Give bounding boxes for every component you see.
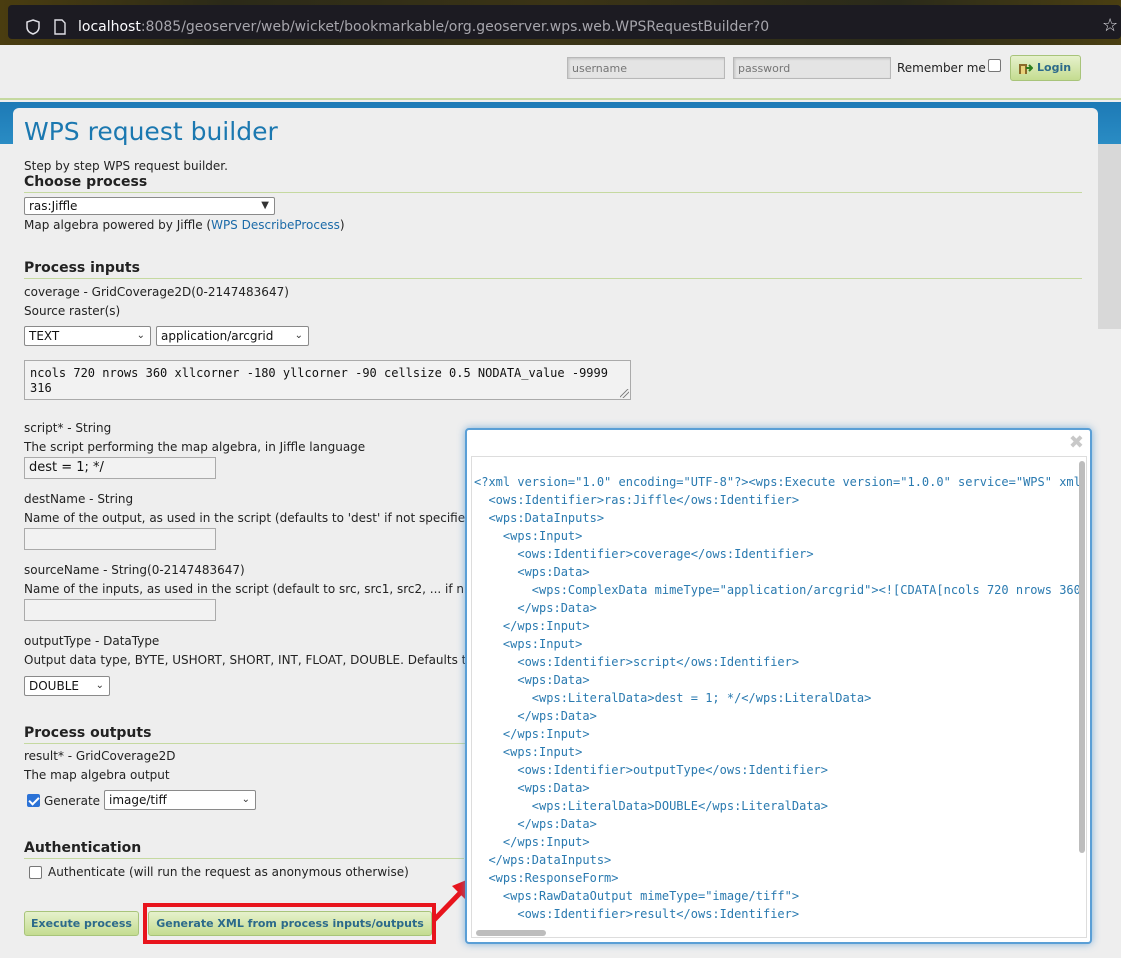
coverage-type-select[interactable]: TEXT ⌄ bbox=[24, 326, 151, 346]
remember-me-checkbox[interactable] bbox=[988, 59, 1001, 72]
shield-icon[interactable] bbox=[26, 19, 40, 35]
chevron-down-icon: ⌄ bbox=[95, 680, 104, 691]
chevron-down-icon: ⌄ bbox=[241, 794, 250, 805]
dropdown-arrow-icon: ▼ bbox=[261, 200, 269, 211]
xml-line: </wps:DataInputs> bbox=[474, 853, 612, 867]
outputtype-description: Output data type, BYTE, USHORT, SHORT, I… bbox=[24, 653, 467, 667]
side-strip bbox=[1098, 144, 1121, 329]
coverage-mime-select[interactable]: application/arcgrid ⌄ bbox=[156, 326, 309, 346]
xml-line: <wps:ResponseForm> bbox=[474, 871, 619, 885]
xml-line: <wps:RawDataOutput mimeType="image/tiff"… bbox=[474, 889, 800, 903]
xml-line: </wps:Data> bbox=[474, 601, 597, 615]
xml-line: </wps:Input> bbox=[474, 619, 590, 633]
xml-line: <wps:ComplexData mimeType="application/a… bbox=[474, 583, 1081, 597]
xml-line: <wps:Input> bbox=[474, 637, 583, 651]
address-bar[interactable]: localhost:8085/geoserver/web/wicket/book… bbox=[8, 5, 1121, 39]
password-input[interactable] bbox=[733, 57, 891, 79]
xml-popup: ✖ <?xml version="1.0" encoding="UTF-8"?>… bbox=[465, 428, 1092, 944]
username-input[interactable] bbox=[567, 57, 725, 79]
chevron-down-icon: ⌄ bbox=[136, 330, 145, 341]
close-icon[interactable]: ✖ bbox=[1069, 434, 1084, 452]
script-description: The script performing the map algebra, i… bbox=[24, 440, 366, 454]
outputtype-select[interactable]: DOUBLE ⌄ bbox=[24, 676, 110, 696]
result-label: result* - GridCoverage2D bbox=[24, 749, 176, 763]
login-label: Login bbox=[1037, 61, 1072, 74]
xml-line: <wps:Input> bbox=[474, 529, 583, 543]
sourcename-description: Name of the inputs, as used in the scrip… bbox=[24, 582, 464, 596]
destname-label: destName - String bbox=[24, 492, 134, 506]
xml-line: <wps:Data> bbox=[474, 565, 590, 579]
section-divider bbox=[24, 192, 1082, 193]
generate-label: Generate bbox=[44, 794, 101, 808]
outputtype-label: outputType - DataType bbox=[24, 634, 160, 648]
xml-line: </wps:Input> bbox=[474, 835, 590, 849]
xml-line: <ows:Identifier>result</ows:Identifier> bbox=[474, 907, 800, 921]
xml-line: <wps:Input> bbox=[474, 745, 583, 759]
xml-line: <?xml version="1.0" encoding="UTF-8"?><w… bbox=[474, 475, 1081, 489]
page-subtitle: Step by step WPS request builder. bbox=[24, 159, 228, 173]
execute-process-button[interactable]: Execute process bbox=[24, 911, 139, 936]
xml-line: <wps:Data> bbox=[474, 673, 590, 687]
sourcename-label: sourceName - String(0-2147483647) bbox=[24, 563, 245, 577]
generate-checkbox[interactable] bbox=[27, 794, 40, 807]
coverage-label: coverage - GridCoverage2D(0-2147483647) bbox=[24, 285, 289, 299]
describe-process-link[interactable]: WPS DescribeProcess bbox=[211, 218, 340, 232]
highlight-box bbox=[143, 903, 436, 944]
authenticate-label: Authenticate (will run the request as an… bbox=[48, 865, 409, 879]
remember-me-label: Remember me bbox=[897, 61, 986, 75]
process-inputs-heading: Process inputs bbox=[24, 260, 140, 276]
xml-line: <wps:LiteralData>DOUBLE</wps:LiteralData… bbox=[474, 799, 829, 813]
process-description: Map algebra powered by Jiffle (WPS Descr… bbox=[24, 218, 345, 232]
process-select[interactable]: ras:Jiffle ▼ bbox=[24, 197, 275, 215]
login-header: Remember me Login bbox=[0, 45, 1121, 100]
result-description: The map algebra output bbox=[24, 768, 170, 782]
destname-input[interactable] bbox=[24, 528, 216, 550]
page-icon bbox=[54, 19, 66, 35]
script-input[interactable]: dest = 1; */ bbox=[24, 457, 216, 479]
process-outputs-heading: Process outputs bbox=[24, 725, 152, 741]
browser-toolbar: localhost:8085/geoserver/web/wicket/book… bbox=[0, 0, 1121, 45]
xml-line: <wps:LiteralData>dest = 1; */</wps:Liter… bbox=[474, 691, 872, 705]
xml-line: <ows:Identifier>script</ows:Identifier> bbox=[474, 655, 800, 669]
choose-process-heading: Choose process bbox=[24, 174, 148, 190]
horizontal-scrollbar[interactable] bbox=[476, 930, 546, 936]
xml-line: <ows:Identifier>coverage</ows:Identifier… bbox=[474, 547, 814, 561]
sourcename-input[interactable] bbox=[24, 599, 216, 621]
section-divider bbox=[24, 278, 1082, 279]
url-text[interactable]: localhost:8085/geoserver/web/wicket/book… bbox=[78, 19, 769, 35]
result-mime-select[interactable]: image/tiff ⌄ bbox=[104, 790, 256, 810]
xml-line: <wps:Data> bbox=[474, 781, 590, 795]
login-button[interactable]: Login bbox=[1010, 55, 1081, 81]
xml-line: <ows:Identifier>ras:Jiffle</ows:Identifi… bbox=[474, 493, 800, 507]
xml-line: <wps:DataInputs> bbox=[474, 511, 605, 525]
chevron-down-icon: ⌄ bbox=[294, 330, 303, 341]
vertical-scrollbar[interactable] bbox=[1079, 461, 1085, 853]
resize-grip-icon[interactable] bbox=[620, 389, 629, 398]
page-title: WPS request builder bbox=[24, 117, 278, 146]
destname-description: Name of the output, as used in the scrip… bbox=[24, 511, 466, 525]
xml-line: </wps:Data> bbox=[474, 709, 597, 723]
bookmark-star-icon[interactable]: ☆ bbox=[1102, 17, 1118, 35]
authenticate-checkbox[interactable] bbox=[29, 866, 42, 879]
xml-line: </wps:Input> bbox=[474, 727, 590, 741]
authentication-heading: Authentication bbox=[24, 840, 142, 856]
section-divider bbox=[24, 858, 464, 859]
xml-line: <ows:Identifier>outputType</ows:Identifi… bbox=[474, 763, 829, 777]
script-label: script* - String bbox=[24, 421, 112, 435]
coverage-textarea[interactable]: ncols 720 nrows 360 xllcorner -180 yllco… bbox=[24, 360, 631, 400]
login-icon bbox=[1019, 64, 1033, 74]
xml-line: </wps:Data> bbox=[474, 817, 597, 831]
coverage-description: Source raster(s) bbox=[24, 304, 121, 318]
xml-output[interactable]: <?xml version="1.0" encoding="UTF-8"?><w… bbox=[471, 456, 1087, 938]
